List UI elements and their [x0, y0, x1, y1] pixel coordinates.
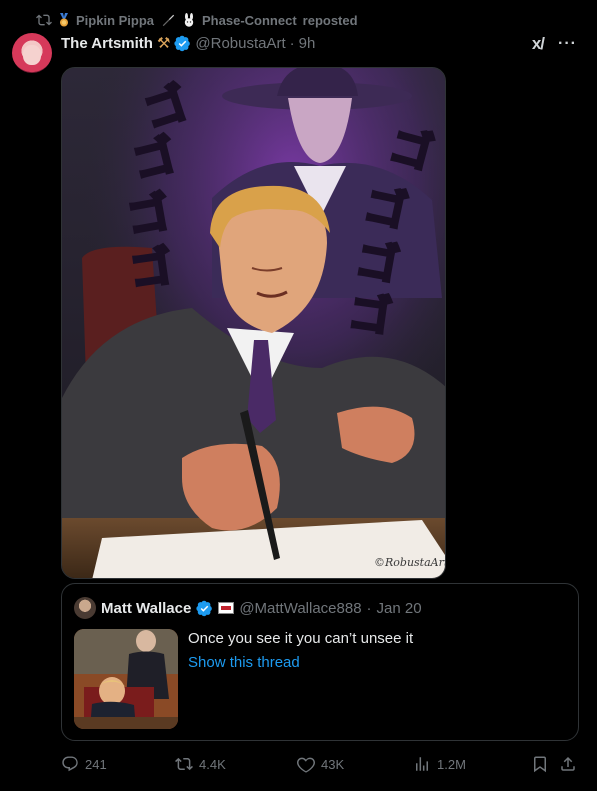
quote-text: Once you see it you can’t unsee it — [188, 630, 414, 647]
quote-verified-badge-icon — [196, 600, 213, 617]
reply-icon — [62, 756, 78, 772]
repost-suffix: reposted — [302, 12, 358, 28]
quote-thumbnail[interactable] — [74, 629, 178, 729]
reposter-name-2[interactable]: Phase-Connect — [202, 13, 297, 28]
more-options-icon[interactable]: ··· — [558, 35, 577, 53]
repost-count: 4.4K — [199, 756, 226, 772]
verified-badge-icon — [174, 35, 191, 52]
repost-bar: Pipkin Pippa Phase-Connect reposted — [36, 12, 358, 28]
quote-author-handle[interactable]: @MattWallace888 — [239, 600, 361, 617]
reply-button[interactable]: 241 — [61, 755, 107, 773]
repost-button[interactable]: 4.4K — [175, 755, 226, 773]
artwork-illustration: ゴ ゴ ゴ ゴ ゴ ゴ ゴ ゴ ©RobustaArt — [62, 68, 446, 578]
action-bar: 241 4.4K 43K 1.2M — [61, 755, 581, 777]
share-button[interactable] — [559, 755, 577, 773]
show-thread-link[interactable]: Show this thread — [188, 654, 300, 671]
quoted-tweet[interactable]: Matt Wallace @MattWallace888 · Jan 20 On… — [61, 583, 579, 741]
quote-header: Matt Wallace @MattWallace888 · Jan 20 — [74, 597, 422, 619]
tweet-image[interactable]: ゴ ゴ ゴ ゴ ゴ ゴ ゴ ゴ ©RobustaArt — [61, 67, 446, 579]
repost-icon — [36, 12, 52, 28]
svg-text:ゴ: ゴ — [346, 287, 394, 341]
medal-icon — [58, 13, 70, 27]
hammer-pick-emoji: ⚒ — [156, 35, 171, 52]
affiliate-badge-icon — [218, 602, 235, 614]
reply-count: 241 — [85, 756, 107, 772]
quote-avatar[interactable] — [74, 597, 96, 619]
share-icon — [561, 756, 575, 771]
views-count: 1.2M — [437, 756, 466, 772]
quote-separator: · — [366, 599, 372, 617]
author-name[interactable]: The Artsmith — [61, 35, 153, 52]
quote-date[interactable]: Jan 20 — [377, 600, 422, 617]
views-button[interactable]: 1.2M — [413, 755, 466, 773]
tweet-time[interactable]: 9h — [299, 35, 316, 52]
image-signature: ©RobustaArt — [374, 556, 446, 569]
heart-icon — [297, 757, 315, 773]
author-handle[interactable]: @RobustaArt — [195, 35, 285, 52]
header-actions: x/ ··· — [532, 34, 577, 54]
quote-author-name[interactable]: Matt Wallace — [101, 600, 191, 617]
rabbit-icon — [182, 13, 196, 27]
svg-text:ゴ: ゴ — [123, 187, 173, 243]
bookmark-button[interactable] — [531, 755, 549, 773]
bookmark-icon — [534, 756, 546, 773]
header-separator: · — [289, 34, 295, 52]
svg-text:ゴ: ゴ — [127, 242, 175, 296]
tweet-header: The Artsmith ⚒ @RobustaArt · 9h — [61, 34, 316, 53]
like-button[interactable]: 43K — [297, 755, 344, 773]
knife-icon — [160, 12, 176, 28]
repost-action-icon — [175, 757, 193, 771]
author-avatar[interactable] — [12, 33, 52, 73]
like-count: 43K — [321, 756, 345, 772]
grok-icon[interactable]: x/ — [532, 34, 545, 54]
views-chart-icon — [416, 757, 428, 771]
reposter-name-1[interactable]: Pipkin Pippa — [76, 13, 154, 28]
svg-text:ゴ: ゴ — [352, 235, 402, 291]
